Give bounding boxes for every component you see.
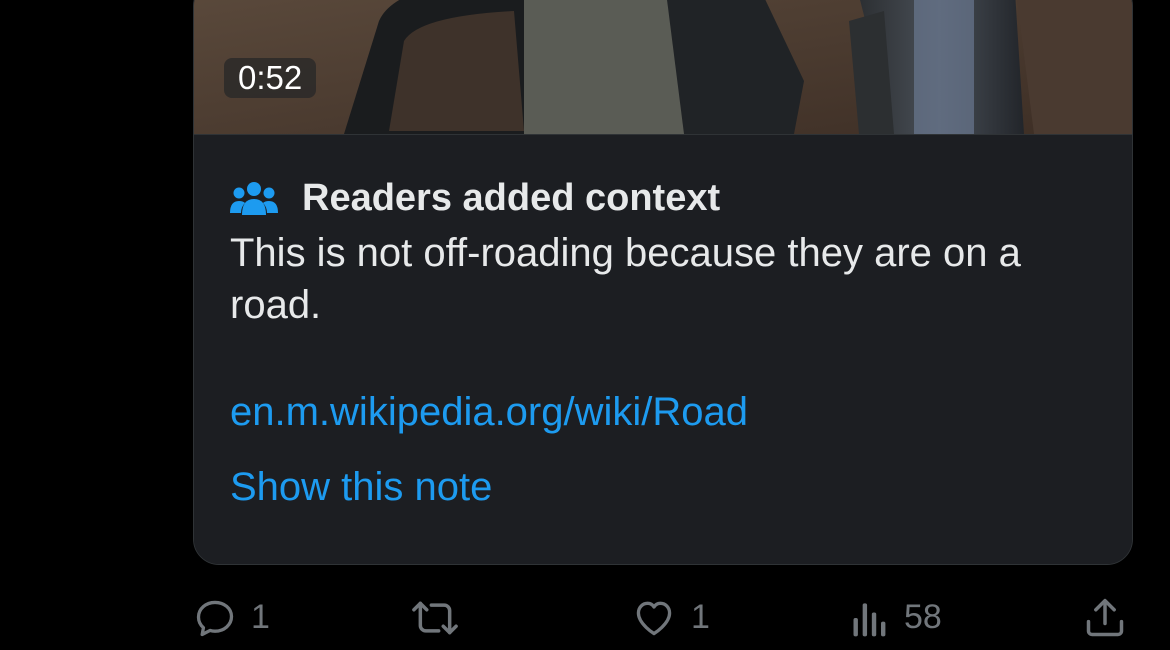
share-button[interactable] xyxy=(1083,590,1127,645)
community-note-header: Readers added context xyxy=(230,177,720,220)
share-icon xyxy=(1086,598,1124,636)
video-duration-badge: 0:52 xyxy=(224,58,317,98)
reply-button[interactable]: 1 xyxy=(193,590,270,645)
video-thumbnail[interactable]: 0:52 xyxy=(194,0,1132,134)
community-note-title: Readers added context xyxy=(302,177,721,219)
community-note-source-link[interactable]: en.m.wikipedia.org/wiki/Road xyxy=(230,390,748,435)
like-button[interactable]: 1 xyxy=(631,590,710,645)
tweet-action-bar: 1 1 58 xyxy=(193,590,1133,645)
like-count: 1 xyxy=(691,598,710,636)
video-frame xyxy=(194,0,1132,134)
repost-icon xyxy=(412,601,458,634)
reply-count: 1 xyxy=(251,598,270,636)
views-icon xyxy=(853,602,886,636)
reply-icon xyxy=(196,600,234,636)
people-icon xyxy=(230,181,278,215)
show-note-link[interactable]: Show this note xyxy=(230,465,492,510)
repost-button[interactable] xyxy=(408,590,476,645)
views-count: 58 xyxy=(904,598,942,636)
community-note: Readers added context This is not off-ro… xyxy=(194,134,1132,564)
views-button[interactable]: 58 xyxy=(850,590,942,645)
community-note-text: This is not off-roading because they are… xyxy=(230,231,1021,327)
heart-icon xyxy=(636,601,672,635)
tweet-media-card: 0:52 Readers added context This is not o… xyxy=(193,0,1133,565)
